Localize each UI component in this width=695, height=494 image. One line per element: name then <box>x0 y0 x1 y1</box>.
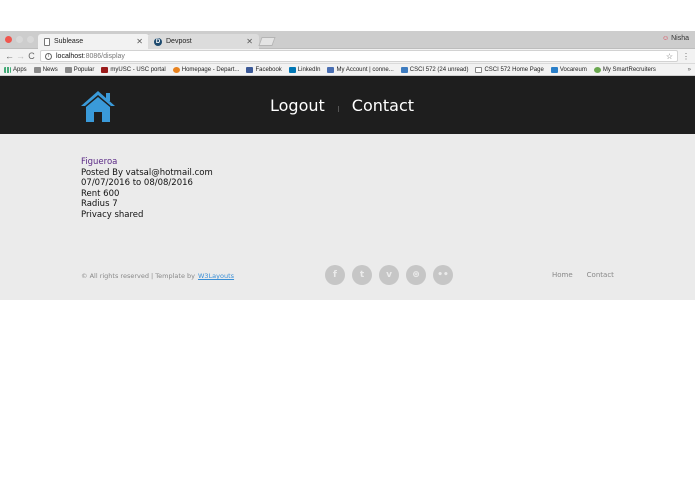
info-icon[interactable]: i <box>45 52 52 60</box>
social-links: f t v ⊛ •• <box>325 265 453 285</box>
reload-icon[interactable]: C <box>26 51 37 61</box>
browser-menu-icon[interactable]: ⋮ <box>681 52 691 61</box>
top-margin <box>0 0 695 31</box>
footer-copyright: © All rights reserved | Template by W3Lay… <box>81 272 234 280</box>
site-header: Logout Contact <box>0 76 695 134</box>
document-icon <box>44 37 50 46</box>
bookmark-homepage[interactable]: Homepage - Depart... <box>172 66 239 73</box>
listing-location[interactable]: Figueroa <box>81 157 213 168</box>
bookmarks-bar: Apps News Popular myUSC - USC portal Hom… <box>0 64 695 76</box>
house-icon[interactable] <box>80 89 116 123</box>
listing-posted-by: Posted By vatsal@hotmail.com <box>81 167 213 178</box>
tab-title: Devpost <box>166 38 192 45</box>
vimeo-icon[interactable]: v <box>379 265 399 285</box>
bookmark-facebook[interactable]: Facebook <box>246 66 282 73</box>
bookmark-star-icon[interactable]: ☆ <box>666 52 673 61</box>
page-blank-area <box>0 300 695 493</box>
listing-privacy: Privacy shared <box>81 209 144 220</box>
listing-rent: Rent 600 <box>81 188 120 199</box>
bookmark-popular[interactable]: Popular <box>64 66 94 73</box>
address-bar: ← → C i localhost :8086/display ☆ ⋮ <box>0 49 695 64</box>
devpost-icon: D <box>154 37 162 46</box>
folder-icon <box>33 66 41 73</box>
url-host: localhost <box>56 52 84 60</box>
bookmark-apps[interactable]: Apps <box>4 66 27 73</box>
linkedin-icon <box>288 66 296 73</box>
bookmark-csci572-piazza[interactable]: CSCI 572 (24 unread) <box>400 66 468 73</box>
bookmark-csci572-home[interactable]: CSCI 572 Home Page <box>475 66 544 73</box>
close-window-button[interactable] <box>5 36 12 43</box>
footer-nav-contact[interactable]: Contact <box>587 271 614 279</box>
usc-icon <box>101 66 109 73</box>
folder-icon <box>64 66 72 73</box>
url-input[interactable]: i localhost :8086/display ☆ <box>40 50 678 62</box>
piazza-icon <box>400 66 408 73</box>
maximize-window-button[interactable] <box>27 36 34 43</box>
twitter-icon[interactable]: t <box>352 265 372 285</box>
vocareum-icon <box>550 66 558 73</box>
listing-details: Figueroa Posted By vatsal@hotmail.com 07… <box>81 157 213 221</box>
bookmark-smartrecruiters[interactable]: My SmartRecruiters <box>593 66 656 73</box>
nav-divider <box>337 105 339 112</box>
copyright-text: © All rights reserved | Template by <box>81 272 195 280</box>
facebook-icon[interactable]: f <box>325 265 345 285</box>
nav-logout[interactable]: Logout <box>270 96 325 115</box>
forward-arrow-icon[interactable]: → <box>15 51 26 61</box>
smartrecruiters-icon <box>593 66 601 73</box>
minimize-window-button[interactable] <box>16 36 23 43</box>
tab-devpost[interactable]: D Devpost ✕ <box>148 34 259 49</box>
bookmark-news[interactable]: News <box>33 66 58 73</box>
listing-radius: Radius 7 <box>81 199 118 210</box>
profile-name: Nisha <box>671 35 689 42</box>
bookmark-my-account[interactable]: My Account | conne... <box>327 66 394 73</box>
back-arrow-icon[interactable]: ← <box>4 51 15 61</box>
window-controls <box>5 36 34 43</box>
close-icon[interactable]: ✕ <box>136 37 143 46</box>
url-path: :8086/display <box>83 52 125 60</box>
bookmark-myusc[interactable]: myUSC - USC portal <box>101 66 166 73</box>
main-content: Figueroa Posted By vatsal@hotmail.com 07… <box>0 134 695 300</box>
apps-grid-icon <box>4 66 11 73</box>
document-icon <box>475 66 483 73</box>
browser-tab-strip: Sublease ✕ D Devpost ✕ ☺ Nisha <box>0 31 695 49</box>
profile-button[interactable]: ☺ Nisha <box>662 35 689 42</box>
listing-dates: 07/07/2016 to 08/08/2016 <box>81 178 193 189</box>
flickr-icon[interactable]: •• <box>433 265 453 285</box>
profile-icon: ☺ <box>661 35 670 42</box>
tab-sublease[interactable]: Sublease ✕ <box>38 34 149 49</box>
bookmark-vocareum[interactable]: Vocareum <box>550 66 587 73</box>
tab-title: Sublease <box>54 38 84 45</box>
homepage-icon <box>172 66 180 73</box>
close-icon[interactable]: ✕ <box>246 37 253 46</box>
bookmarks-overflow-button[interactable]: » <box>688 67 691 73</box>
facebook-icon <box>246 66 254 73</box>
main-nav: Logout Contact <box>270 96 414 115</box>
nav-contact[interactable]: Contact <box>352 96 414 115</box>
w3layouts-link[interactable]: W3Layouts <box>198 272 234 280</box>
dribbble-icon[interactable]: ⊛ <box>406 265 426 285</box>
footer-nav-home[interactable]: Home <box>552 271 573 279</box>
footer-nav: Home Contact <box>552 271 614 279</box>
new-tab-button[interactable] <box>258 37 276 46</box>
account-icon <box>327 66 335 73</box>
bookmark-linkedin[interactable]: LinkedIn <box>288 66 320 73</box>
